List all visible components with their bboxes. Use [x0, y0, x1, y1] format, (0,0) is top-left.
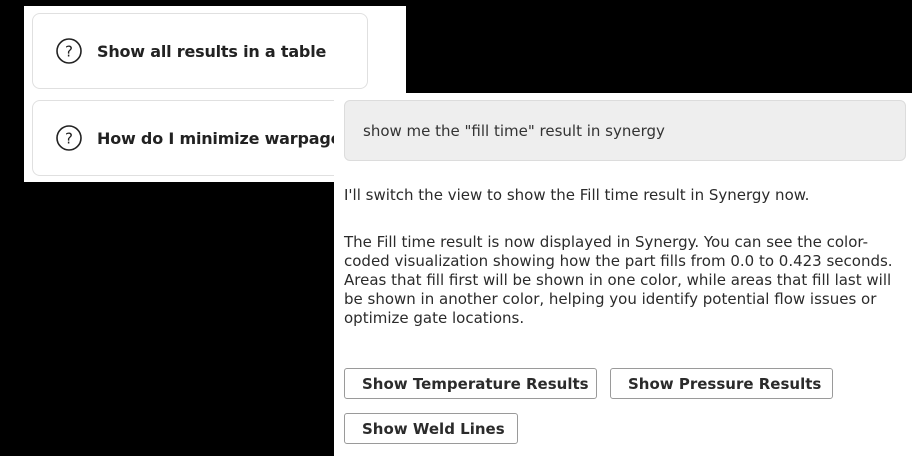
show-weld-lines-button[interactable]: Show Weld Lines [344, 413, 518, 444]
question-circle-icon: ? [55, 124, 83, 152]
suggestion-card-results-table[interactable]: ? Show all results in a table [32, 13, 368, 89]
question-circle-icon: ? [55, 37, 83, 65]
assistant-message-status: I'll switch the view to show the Fill ti… [344, 186, 810, 204]
suggestion-card-warpage[interactable]: ? How do I minimize warpage? [32, 100, 362, 176]
svg-text:?: ? [65, 43, 73, 61]
suggestion-label: Show all results in a table [97, 41, 327, 61]
user-message-bubble: show me the "fill time" result in synerg… [344, 100, 906, 161]
show-temperature-results-button[interactable]: Show Temperature Results [344, 368, 597, 399]
svg-text:?: ? [65, 130, 73, 148]
show-pressure-results-button[interactable]: Show Pressure Results [610, 368, 833, 399]
assistant-message-explanation: The Fill time result is now displayed in… [344, 233, 893, 327]
suggestion-label: How do I minimize warpage? [97, 128, 351, 148]
chat-panel: show me the "fill time" result in synerg… [334, 93, 912, 456]
